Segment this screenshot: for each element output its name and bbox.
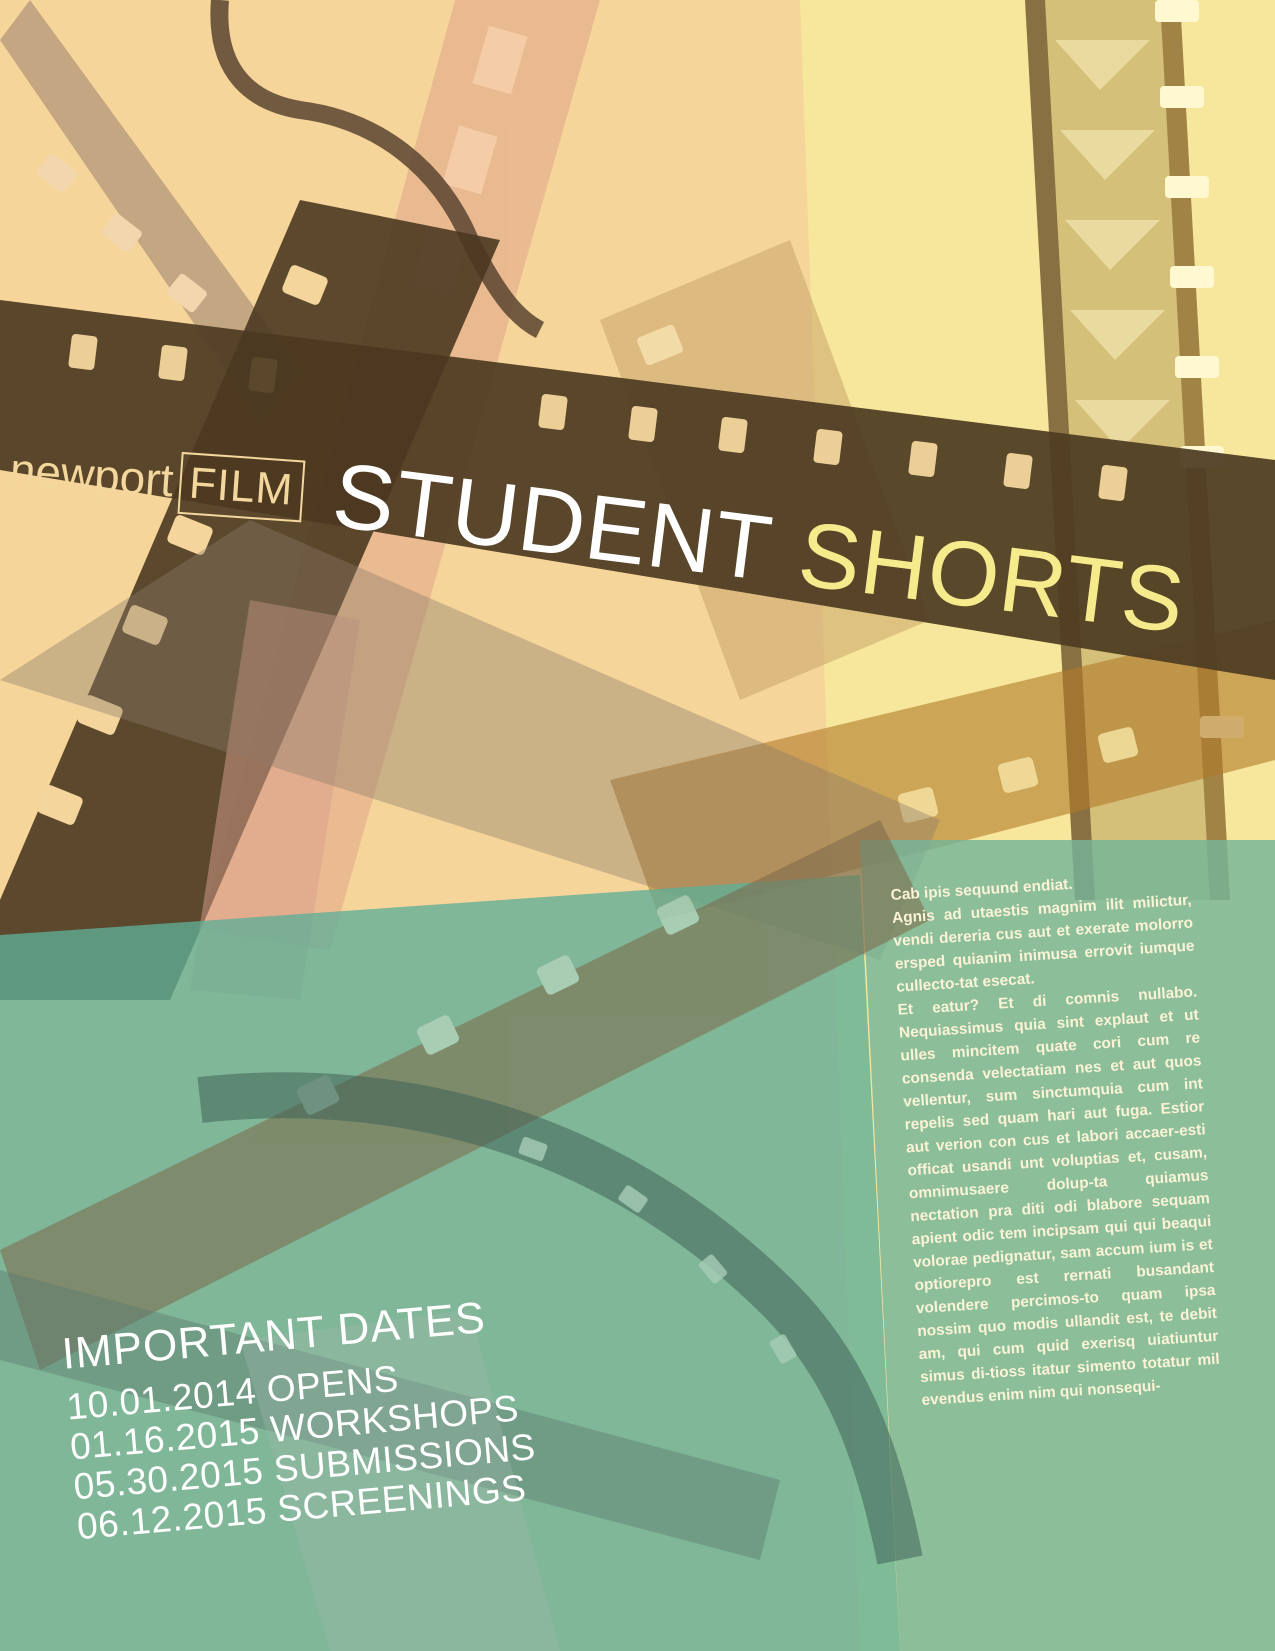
body-copy: Cab ipis sequund endiat. Agnis ad utaest… (890, 866, 1222, 1412)
logo-word: newport (8, 443, 176, 507)
logo-boxed-word: FILM (177, 451, 306, 523)
important-dates: IMPORTANT DATES 10.01.2014 OPENS 01.16.2… (60, 1290, 541, 1547)
poster: newport FILM STUDENT SHORTS IMPORTANT DATE… (0, 0, 1275, 1651)
body-paragraph: Et eatur? Et di comnis nullabo. Nequiass… (897, 983, 1221, 1410)
